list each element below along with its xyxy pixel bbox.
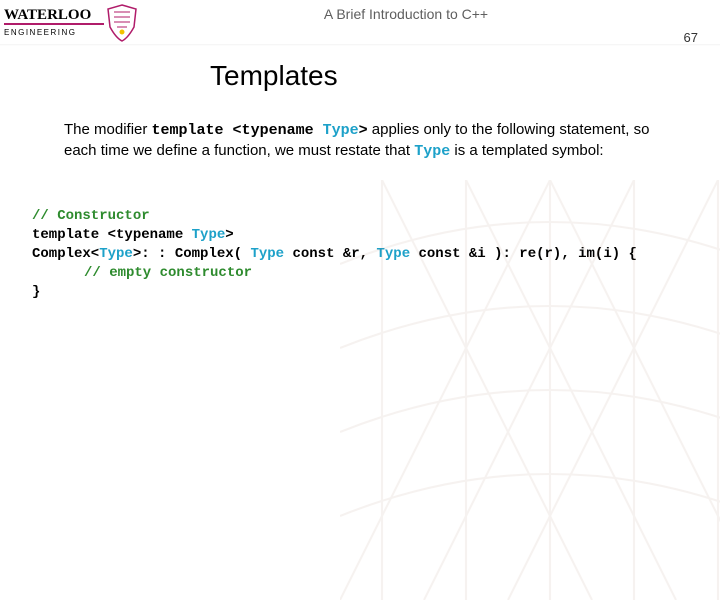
- code-comment: // empty constructor: [84, 265, 252, 281]
- code-type-token: Type: [250, 246, 284, 262]
- slide-title: Templates: [210, 60, 720, 92]
- para-text: The modifier: [64, 121, 152, 138]
- code-type-token: Type: [376, 246, 410, 262]
- logo-text-department: ENGINEERING: [4, 28, 77, 37]
- header-bar: WATERLOO ENGINEERING A Brief Introductio…: [0, 0, 720, 46]
- para-code: >: [359, 122, 368, 139]
- code-type-token: Type: [99, 246, 133, 262]
- code-text: Complex<: [32, 246, 99, 262]
- logo-text-institution: WATERLOO: [4, 7, 91, 23]
- header-rule: [0, 44, 720, 46]
- code-text: >: [225, 227, 233, 243]
- code-comment: // Constructor: [32, 208, 150, 224]
- waterloo-engineering-logo: WATERLOO ENGINEERING: [4, 2, 184, 46]
- para-code: template <typename: [152, 122, 323, 139]
- para-type-token: Type: [323, 122, 359, 139]
- code-text: const &i ): re(r), im(i) {: [410, 246, 637, 262]
- code-type-token: Type: [192, 227, 226, 243]
- code-text: template <typename: [32, 227, 192, 243]
- para-type-token: Type: [414, 143, 450, 160]
- code-text: const &r,: [284, 246, 376, 262]
- code-text: >: : Complex(: [133, 246, 251, 262]
- code-block: // Constructor template <typename Type> …: [32, 189, 720, 302]
- para-text: is a templated symbol:: [450, 142, 603, 159]
- code-text: }: [32, 284, 40, 300]
- body-paragraph: The modifier template <typename Type> ap…: [64, 120, 668, 163]
- page-number: 67: [684, 30, 698, 45]
- course-title: A Brief Introduction to C++: [184, 4, 708, 22]
